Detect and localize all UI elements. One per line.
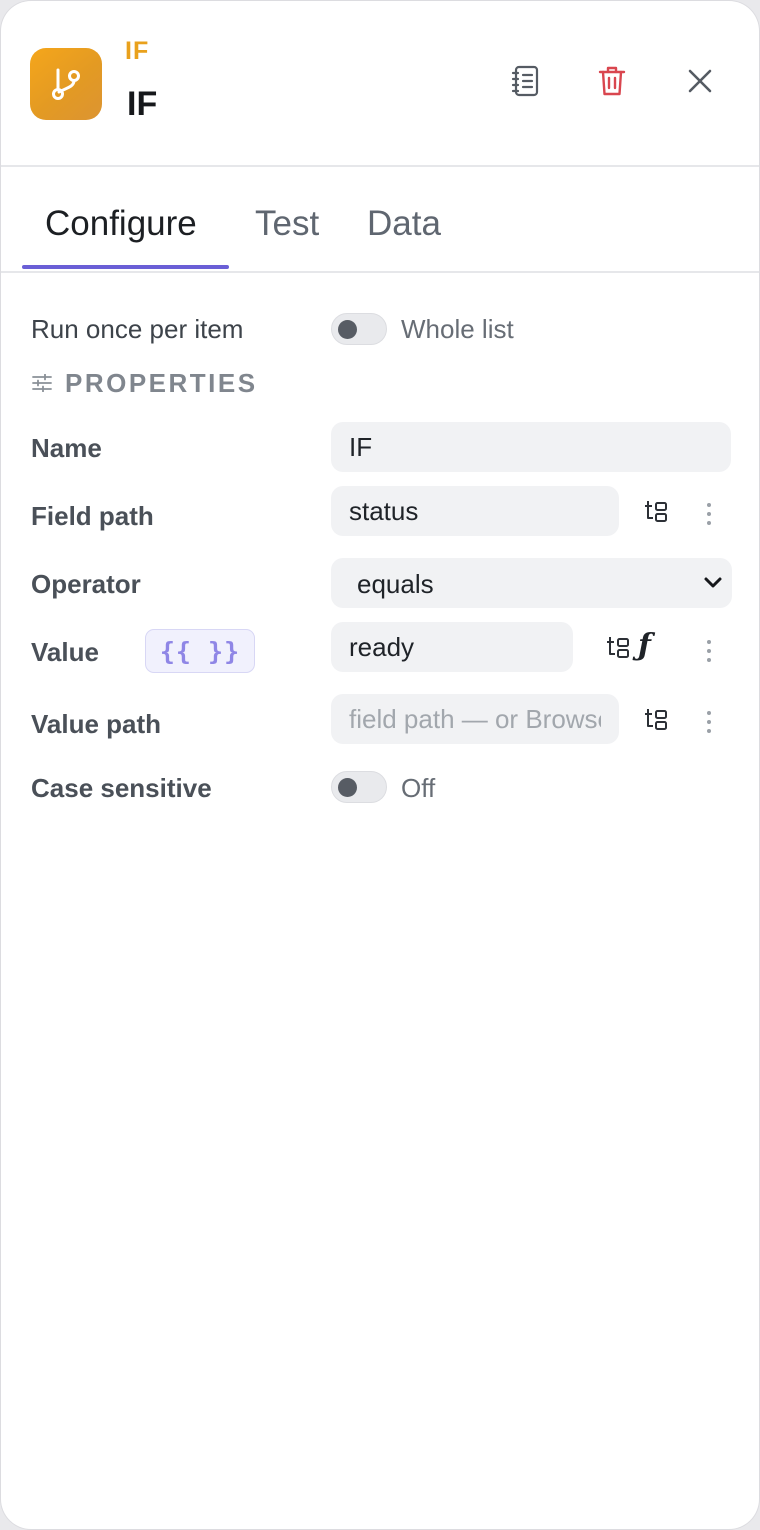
value-path-more-button[interactable] bbox=[703, 707, 715, 737]
operator-label: Operator bbox=[31, 569, 141, 599]
panel-header: IF IF bbox=[1, 1, 759, 167]
field-path-more-button[interactable] bbox=[703, 499, 715, 529]
name-label: Name bbox=[31, 433, 102, 463]
close-button[interactable] bbox=[680, 63, 720, 103]
field-path-browse-button[interactable] bbox=[641, 499, 671, 529]
case-sensitive-label: Case sensitive bbox=[31, 773, 212, 803]
properties-section-title: PROPERTIES bbox=[65, 368, 258, 398]
node-title: IF bbox=[127, 85, 158, 123]
name-input[interactable] bbox=[331, 422, 731, 472]
run-mode-toggle[interactable] bbox=[331, 313, 387, 345]
trash-icon bbox=[598, 65, 626, 102]
tab-configure[interactable]: Configure bbox=[45, 204, 197, 244]
value-label: Value bbox=[31, 637, 99, 667]
notebook-icon bbox=[510, 65, 540, 102]
run-mode-toggle-text: Whole list bbox=[401, 314, 514, 344]
delete-button[interactable] bbox=[592, 63, 632, 103]
tab-bar: Configure Test Data bbox=[1, 169, 759, 273]
operator-select[interactable]: equals bbox=[331, 558, 732, 608]
value-more-button[interactable] bbox=[703, 636, 715, 666]
value-path-browse-button[interactable] bbox=[641, 707, 671, 737]
field-path-input[interactable] bbox=[331, 486, 619, 536]
value-path-label: Value path bbox=[31, 709, 162, 739]
value-path-input[interactable] bbox=[331, 694, 619, 744]
value-browse-button[interactable] bbox=[603, 635, 633, 665]
chevron-down-icon bbox=[702, 572, 724, 599]
tab-data[interactable]: Data bbox=[367, 204, 441, 244]
tree-browse-icon bbox=[605, 635, 631, 666]
sliders-icon bbox=[32, 373, 52, 393]
docs-button[interactable] bbox=[505, 63, 545, 103]
active-tab-indicator bbox=[22, 265, 229, 269]
function-icon[interactable]: ƒ bbox=[638, 628, 651, 663]
expression-mode-button[interactable]: {{ }} bbox=[145, 629, 255, 673]
value-input[interactable] bbox=[331, 622, 573, 672]
tree-browse-icon bbox=[643, 707, 669, 738]
node-type-label: IF bbox=[125, 37, 150, 65]
field-path-label: Field path bbox=[31, 501, 154, 531]
operator-selected-value: equals bbox=[357, 569, 434, 599]
git-branch-icon bbox=[30, 48, 102, 120]
toggle-knob bbox=[338, 320, 357, 339]
tree-browse-icon bbox=[643, 499, 669, 530]
case-sensitive-toggle[interactable] bbox=[331, 771, 387, 803]
toggle-knob bbox=[338, 778, 357, 797]
tab-test[interactable]: Test bbox=[255, 204, 319, 244]
close-icon bbox=[687, 68, 713, 99]
node-settings-panel: IF IF Configure Test Data Run once per i… bbox=[1, 1, 759, 1529]
case-sensitive-toggle-text: Off bbox=[401, 773, 436, 803]
run-mode-label: Run once per item bbox=[31, 314, 244, 344]
